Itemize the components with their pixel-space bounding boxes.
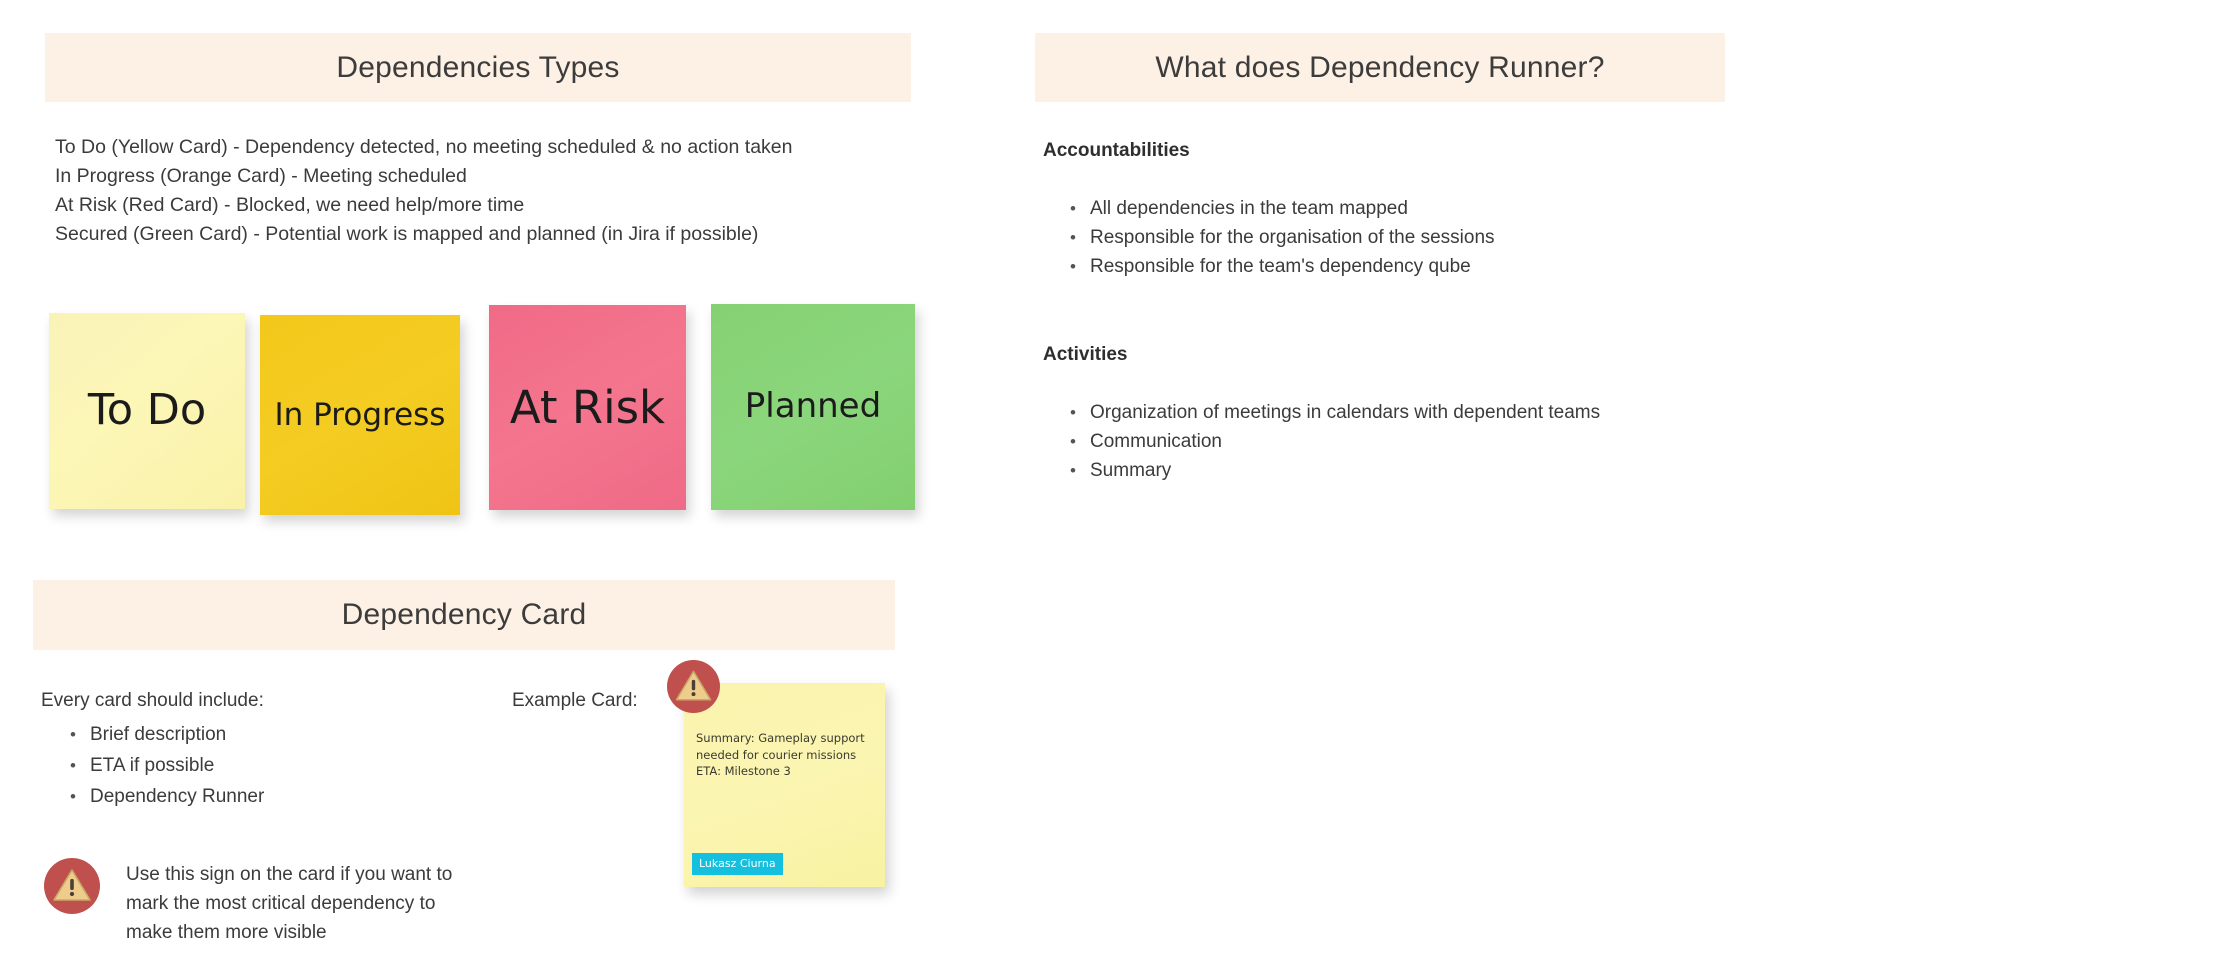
dependency-card-title: Dependency Card: [341, 598, 587, 631]
critical-dependency-note: Use this sign on the card if you want to…: [44, 858, 456, 947]
sticky-note-label: To Do: [87, 385, 207, 436]
list-item: Responsible for the team's dependency qu…: [1060, 252, 1495, 281]
activities-list: Organization of meetings in calendars wi…: [1060, 398, 1600, 485]
warning-icon-on-card: [667, 660, 720, 713]
list-item: Dependency Runner: [60, 781, 264, 812]
example-dependency-card: Summary: Gameplay support needed for cou…: [684, 683, 885, 887]
accountabilities-heading: Accountabilities: [1043, 140, 1190, 161]
warning-icon: [44, 858, 100, 914]
sticky-note-to-do: To Do: [49, 313, 245, 509]
example-card-label: Example Card:: [512, 690, 638, 711]
list-item: Responsible for the organisation of the …: [1060, 223, 1495, 252]
dependency-runner-title: What does Dependency Runner?: [1155, 50, 1605, 84]
activities-heading: Activities: [1043, 344, 1128, 365]
description-line: Secured (Green Card) - Potential work is…: [55, 223, 759, 245]
description-line: In Progress (Orange Card) - Meeting sche…: [55, 165, 467, 187]
list-item: Organization of meetings in calendars wi…: [1060, 398, 1600, 427]
dependencies-types-description: To Do (Yellow Card) - Dependency detecte…: [55, 133, 985, 249]
example-card-author-badge: Lukasz Ciurna: [692, 853, 783, 875]
critical-dependency-text: Use this sign on the card if you want to…: [126, 864, 453, 943]
list-item: Brief description: [60, 719, 264, 750]
sticky-note-planned: Planned: [711, 304, 915, 510]
list-item: Communication: [1060, 427, 1600, 456]
description-line: To Do (Yellow Card) - Dependency detecte…: [55, 136, 793, 158]
list-item: Summary: [1060, 456, 1600, 485]
card-include-list: Brief description ETA if possible Depend…: [60, 719, 264, 812]
dependency-card-intro: Every card should include:: [41, 690, 264, 711]
sticky-note-label: At Risk: [509, 380, 666, 434]
slide-canvas: Dependencies Types To Do (Yellow Card) -…: [0, 0, 2218, 977]
list-item: All dependencies in the team mapped: [1060, 194, 1495, 223]
dependency-card-banner: Dependency Card: [33, 580, 895, 650]
list-item: ETA if possible: [60, 750, 264, 781]
example-card-summary-text: Summary: Gameplay support needed for cou…: [696, 731, 865, 762]
accountabilities-list: All dependencies in the team mapped Resp…: [1060, 194, 1495, 281]
sticky-note-in-progress: In Progress: [260, 315, 460, 515]
sticky-note-at-risk: At Risk: [489, 305, 686, 510]
sticky-note-label: Planned: [744, 386, 882, 427]
example-card-summary: Summary: Gameplay support needed for cou…: [696, 730, 875, 780]
dependencies-types-title: Dependencies Types: [336, 50, 620, 84]
dependency-runner-banner: What does Dependency Runner?: [1035, 33, 1725, 102]
sticky-note-label: In Progress: [274, 396, 446, 433]
dependencies-types-banner: Dependencies Types: [45, 33, 911, 102]
description-line: At Risk (Red Card) - Blocked, we need he…: [55, 194, 525, 216]
example-card-eta: ETA: Milestone 3: [696, 764, 791, 778]
